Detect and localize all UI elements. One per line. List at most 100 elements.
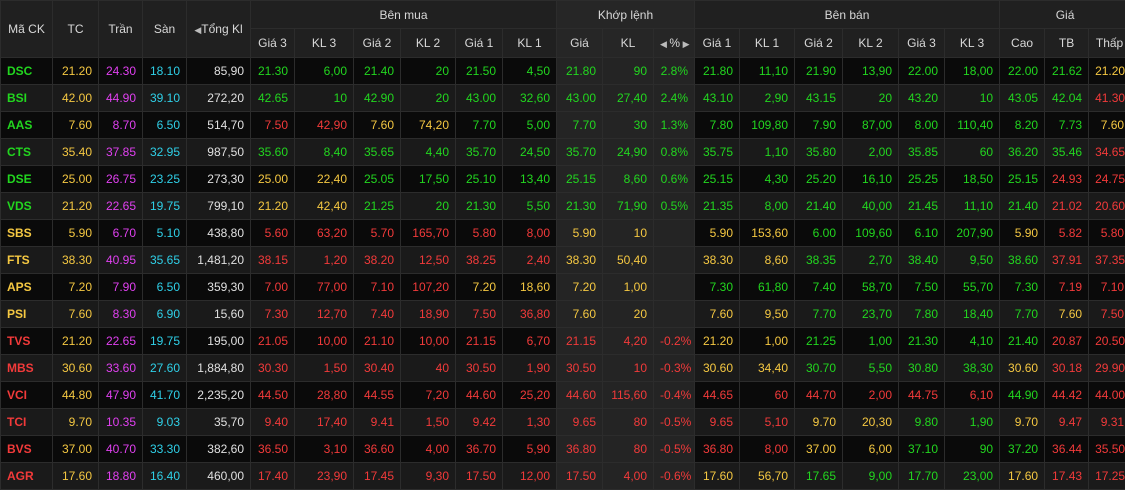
symbol-cell[interactable]: DSE xyxy=(1,166,53,193)
symbol-cell[interactable]: TVS xyxy=(1,328,53,355)
bid3-price-cell: 17.40 xyxy=(251,463,295,490)
col-avg-header[interactable]: TB xyxy=(1045,29,1089,58)
bid1-price-cell: 21.15 xyxy=(456,328,503,355)
col-total-volume-header[interactable]: ◀Tổng Kl xyxy=(187,1,251,58)
col-floor-header[interactable]: Sàn xyxy=(143,1,187,58)
col-ask3-vol-header[interactable]: KL 3 xyxy=(945,29,1000,58)
match-vol-cell: 10 xyxy=(603,355,654,382)
change-pct-cell: -0.2% xyxy=(654,328,695,355)
stock-row[interactable]: PSI7.608.306.9015,607.3012,707.4018,907.… xyxy=(1,301,1125,328)
symbol-cell[interactable]: MBS xyxy=(1,355,53,382)
bid3-vol-cell: 10 xyxy=(295,85,354,112)
bid1-vol-cell: 5,90 xyxy=(503,436,557,463)
col-bid3-price-header[interactable]: Giá 3 xyxy=(251,29,295,58)
ask2-price-cell: 43.15 xyxy=(795,85,843,112)
symbol-cell[interactable]: DSC xyxy=(1,58,53,85)
symbol-cell[interactable]: PSI xyxy=(1,301,53,328)
col-ask2-price-header[interactable]: Giá 2 xyxy=(795,29,843,58)
bid1-vol-cell: 1,90 xyxy=(503,355,557,382)
symbol-cell[interactable]: VDS xyxy=(1,193,53,220)
col-ask2-vol-header[interactable]: KL 2 xyxy=(843,29,899,58)
col-change-pct-header[interactable]: ◀ % ▶ xyxy=(654,29,695,58)
stock-row[interactable]: TCI9.7010.359.0335,709.4017,409.411,509.… xyxy=(1,409,1125,436)
col-bid2-price-header[interactable]: Giá 2 xyxy=(354,29,401,58)
stock-row[interactable]: VCI44.8047.9041.702,235,2044.5028,8044.5… xyxy=(1,382,1125,409)
ask2-price-cell: 7.40 xyxy=(795,274,843,301)
match-price-cell: 5.90 xyxy=(557,220,603,247)
bid3-vol-cell: 17,40 xyxy=(295,409,354,436)
ask2-vol-cell: 58,70 xyxy=(843,274,899,301)
col-ceiling-header[interactable]: Trần xyxy=(99,1,143,58)
stock-row[interactable]: AGR17.6018.8016.40460,0017.4023,9017.459… xyxy=(1,463,1125,490)
avg-cell: 7.19 xyxy=(1045,274,1089,301)
high-cell: 7.30 xyxy=(1000,274,1045,301)
ref-price-cell: 37.00 xyxy=(53,436,99,463)
bid3-price-cell: 35.60 xyxy=(251,139,295,166)
high-cell: 7.70 xyxy=(1000,301,1045,328)
col-ref-header[interactable]: TC xyxy=(53,1,99,58)
ask3-vol-cell: 23,00 xyxy=(945,463,1000,490)
symbol-cell[interactable]: SBS xyxy=(1,220,53,247)
match-price-cell: 25.15 xyxy=(557,166,603,193)
change-pct-cell: -0.6% xyxy=(654,463,695,490)
symbol-cell[interactable]: AGR xyxy=(1,463,53,490)
stock-row[interactable]: TVS21.2022.6519.75195,0021.0510,0021.101… xyxy=(1,328,1125,355)
bid3-vol-cell: 28,80 xyxy=(295,382,354,409)
avg-cell: 30.18 xyxy=(1045,355,1089,382)
ask3-price-cell: 6.10 xyxy=(899,220,945,247)
bid2-price-cell: 9.41 xyxy=(354,409,401,436)
stock-row[interactable]: DSC21.2024.3018.1085,9021.306,0021.40202… xyxy=(1,58,1125,85)
avg-cell: 17.43 xyxy=(1045,463,1089,490)
ask3-vol-cell: 18,00 xyxy=(945,58,1000,85)
col-high-header[interactable]: Cao xyxy=(1000,29,1045,58)
stock-row[interactable]: FTS38.3040.9535.651,481,2038.151,2038.20… xyxy=(1,247,1125,274)
col-symbol-header[interactable]: Mã CK xyxy=(1,1,53,58)
col-ask3-price-header[interactable]: Giá 3 xyxy=(899,29,945,58)
change-pct-cell: -0.5% xyxy=(654,436,695,463)
stock-row[interactable]: CTS35.4037.8532.95987,5035.608,4035.654,… xyxy=(1,139,1125,166)
symbol-cell[interactable]: VCI xyxy=(1,382,53,409)
match-vol-cell: 20 xyxy=(603,301,654,328)
symbol-cell[interactable]: BVS xyxy=(1,436,53,463)
col-match-vol-header[interactable]: KL xyxy=(603,29,654,58)
symbol-cell[interactable]: AAS xyxy=(1,112,53,139)
ask3-vol-cell: 55,70 xyxy=(945,274,1000,301)
avg-cell: 44.42 xyxy=(1045,382,1089,409)
symbol-cell[interactable]: TCI xyxy=(1,409,53,436)
floor-price-cell: 35.65 xyxy=(143,247,187,274)
ask3-price-cell: 17.70 xyxy=(899,463,945,490)
ask3-price-cell: 35.85 xyxy=(899,139,945,166)
col-bid1-vol-header[interactable]: KL 1 xyxy=(503,29,557,58)
symbol-cell[interactable]: APS xyxy=(1,274,53,301)
high-cell: 22.00 xyxy=(1000,58,1045,85)
symbol-cell[interactable]: FTS xyxy=(1,247,53,274)
ref-price-cell: 7.60 xyxy=(53,301,99,328)
col-low-header[interactable]: Thấp xyxy=(1089,29,1125,58)
bid1-vol-cell: 1,30 xyxy=(503,409,557,436)
col-ask1-price-header[interactable]: Giá 1 xyxy=(695,29,740,58)
stock-row[interactable]: SBS5.906.705.10438,805.6063,205.70165,70… xyxy=(1,220,1125,247)
stock-row[interactable]: BVS37.0040.7033.30382,6036.503,1036.604,… xyxy=(1,436,1125,463)
col-bid1-price-header[interactable]: Giá 1 xyxy=(456,29,503,58)
col-ask1-vol-header[interactable]: KL 1 xyxy=(740,29,795,58)
stock-row[interactable]: DSE25.0026.7523.25273,3025.0022,4025.051… xyxy=(1,166,1125,193)
match-price-cell: 43.00 xyxy=(557,85,603,112)
match-price-cell: 36.80 xyxy=(557,436,603,463)
bid1-price-cell: 7.20 xyxy=(456,274,503,301)
change-pct-cell xyxy=(654,301,695,328)
col-bid3-vol-header[interactable]: KL 3 xyxy=(295,29,354,58)
symbol-cell[interactable]: CTS xyxy=(1,139,53,166)
col-match-price-header[interactable]: Giá xyxy=(557,29,603,58)
bid3-vol-cell: 10,00 xyxy=(295,328,354,355)
match-price-cell: 30.50 xyxy=(557,355,603,382)
avg-cell: 21.02 xyxy=(1045,193,1089,220)
stock-row[interactable]: APS7.207.906.50359,307.0077,007.10107,20… xyxy=(1,274,1125,301)
stock-row[interactable]: VDS21.2022.6519.75799,1021.2042,4021.252… xyxy=(1,193,1125,220)
ask2-price-cell: 6.00 xyxy=(795,220,843,247)
symbol-cell[interactable]: BSI xyxy=(1,85,53,112)
stock-row[interactable]: AAS7.608.706.50514,707.5042,907.6074,207… xyxy=(1,112,1125,139)
stock-row[interactable]: MBS30.6033.6027.601,884,8030.301,5030.40… xyxy=(1,355,1125,382)
col-bid2-vol-header[interactable]: KL 2 xyxy=(401,29,456,58)
total-volume-cell: 272,20 xyxy=(187,85,251,112)
stock-row[interactable]: BSI42.0044.9039.10272,2042.651042.902043… xyxy=(1,85,1125,112)
